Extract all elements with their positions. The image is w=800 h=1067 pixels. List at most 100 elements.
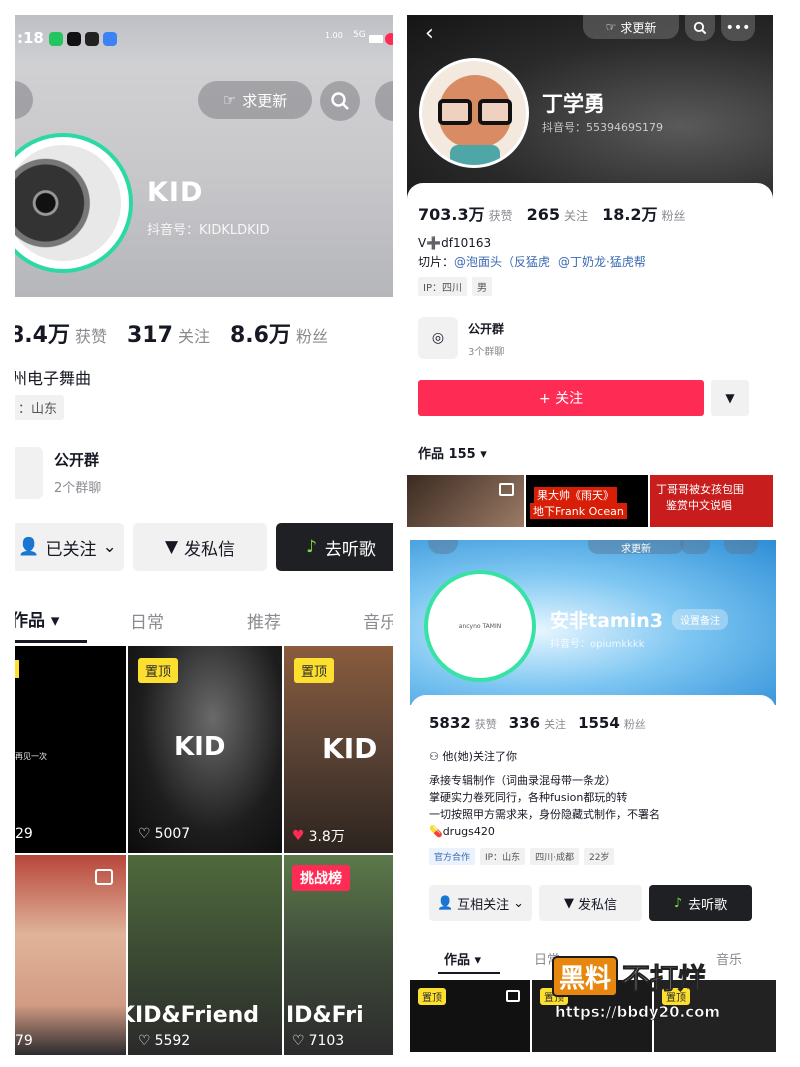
request-update-button[interactable]: 求更新 (588, 540, 684, 555)
tags-row: 官方合作 IP：山东 四川·成都 22岁 (429, 848, 615, 865)
likes-count: ♡ 5007 (138, 826, 191, 842)
douyin-id[interactable]: 抖音号：opiumkkkk (550, 635, 645, 650)
followers-count[interactable]: 1554 (578, 714, 620, 732)
multi-image-icon (95, 869, 113, 885)
pin-tag: 置顶 (138, 658, 179, 683)
douyin-id[interactable]: 抖音号：KIDKLDKID (147, 219, 270, 238)
user-icon: 👤 (18, 537, 40, 557)
likes-count: ♡ 5592 (138, 1033, 191, 1049)
tab-daily[interactable]: 日常 (130, 608, 164, 633)
ip-tag: IP：山东 (480, 848, 526, 865)
video-overlay-text: KID (322, 732, 378, 765)
set-remark-button[interactable]: 设置备注 (672, 609, 728, 630)
thumbnail-caption: 丁哥哥被女孩包围 (656, 483, 744, 496)
group-title[interactable]: 公开群 (54, 449, 99, 470)
following-count[interactable]: 265 (527, 205, 560, 224)
video-thumbnail[interactable]: 再见一次 29 (15, 646, 126, 853)
likes-count: ♥ 3.8万 (292, 828, 345, 845)
listen-label: 去听歌 (324, 539, 376, 560)
following-count[interactable]: 336 (509, 714, 540, 732)
multi-image-icon (506, 990, 520, 1002)
watermark-url: https://bbdy20.com (555, 1003, 721, 1022)
cd-cover-image (15, 145, 121, 261)
mutual-follow-button[interactable]: 👤 互相关注 ⌄ (429, 885, 532, 921)
video-thumbnail[interactable]: 挑战榜 ID&Fri ♡ 7103 (284, 855, 393, 1055)
followers-count[interactable]: 8.6万 (230, 317, 291, 349)
chevron-down-icon: ⌄ (513, 895, 525, 911)
tab-works[interactable]: 作品 ▾ (444, 949, 481, 968)
group-subtitle: 3个群聊 (468, 347, 505, 358)
message-button[interactable]: ▼ 发私信 (539, 885, 642, 921)
hand-icon: ☞ (222, 91, 237, 109)
followed-button[interactable]: 👤 已关注 ⌄ (15, 523, 124, 571)
mention-link[interactable]: @泡面头（反猛虎 (454, 255, 550, 269)
video-thumbnail[interactable]: 79 (15, 855, 126, 1055)
group-icon: ◎ (418, 317, 458, 359)
request-update-button[interactable]: ☞ 求更新 (583, 15, 679, 39)
bio-text: 州电子舞曲 (15, 369, 92, 388)
video-thumbnail[interactable]: 置顶 (410, 980, 530, 1052)
tab-music[interactable]: 音乐 (363, 608, 393, 633)
search-button[interactable] (680, 540, 710, 554)
likes-count: 5832 (429, 714, 471, 732)
followers-count[interactable]: 18.2万 (602, 201, 657, 225)
tab-music[interactable]: 音乐 (716, 949, 742, 968)
profile-name: 丁学勇 (542, 92, 605, 116)
thumbnail-caption: 果大帅《雨天》 (534, 487, 617, 503)
follow-button[interactable]: + 关注 (418, 380, 704, 416)
listen-label: 去听歌 (688, 897, 728, 913)
listen-button[interactable]: ♪ 去听歌 (276, 523, 393, 571)
group-title[interactable]: 公开群 (468, 320, 504, 337)
more-button[interactable]: ••• (721, 15, 755, 41)
works-tab[interactable]: 作品 155 ▾ (418, 443, 487, 462)
signal-icon (369, 35, 383, 43)
status-bar: :18 1.00 5G (15, 15, 393, 63)
battery-icon (385, 33, 393, 45)
mention-link[interactable]: @丁奶龙·猛虎帮 (558, 255, 646, 269)
bio-line: 一切按照甲方需求来，身份隐藏式制作，不署名 (429, 808, 660, 821)
video-thumbnail[interactable]: 丁哥哥被女孩包围 鉴赏中文说唱 (650, 475, 773, 527)
followers-label: 粉丝 (661, 209, 686, 223)
stats-row: 8.4万 获赞 317 关注 8.6万 粉丝 (15, 317, 328, 349)
music-note-icon: ♪ (673, 895, 683, 911)
video-thumbnail[interactable]: 置顶 KID ♡ 5007 (128, 646, 282, 853)
app-icon (85, 32, 99, 46)
search-button[interactable] (320, 81, 360, 121)
dropdown-button[interactable]: ▼ (711, 380, 749, 416)
video-thumbnail[interactable]: KID&Friend ♡ 5592 (128, 855, 282, 1055)
profile-name: 安非tamin3 (550, 610, 663, 632)
video-thumbnail[interactable]: 置顶 KID ♥ 3.8万 (284, 646, 393, 853)
followed-label: 已关注 (45, 539, 97, 560)
followers-label: 粉丝 (295, 327, 328, 346)
location-tag: 四川·成都 (530, 848, 579, 865)
avatar[interactable]: ancyno TAMIN (424, 570, 536, 682)
likes-count: 8.4万 (15, 323, 70, 348)
request-update-button[interactable]: ☞ 求更新 (198, 81, 312, 119)
video-thumbnail[interactable]: 果大帅《雨天》 地下Frank Ocean (526, 475, 648, 527)
douyin-id[interactable]: 抖音号：5539469S179 (542, 119, 663, 135)
following-count[interactable]: 317 (127, 323, 173, 348)
back-icon[interactable]: ‹ (425, 21, 434, 46)
bio-text: 承接专辑制作（词曲录混母带一条龙） 掌硬实力卷死同行，各种fusion都玩的转 … (429, 772, 660, 840)
user-icon: ⚇ (429, 750, 439, 763)
video-thumbnail[interactable] (407, 475, 524, 527)
tab-works[interactable]: 作品 ▾ (15, 606, 59, 631)
challenge-tag: 挑战榜 (292, 865, 350, 891)
send-icon: ▼ (164, 537, 179, 557)
chevron-down-icon: ⌄ (102, 537, 117, 557)
more-button[interactable] (724, 540, 758, 554)
wechat-icon (49, 32, 63, 46)
triangle-down-icon: ▼ (725, 391, 735, 405)
gender-tag: 男 (471, 277, 492, 296)
official-tag[interactable]: 官方合作 (429, 848, 476, 865)
search-button[interactable] (685, 15, 715, 41)
tab-works-label: 作品 (444, 953, 471, 968)
tab-recommend[interactable]: 推荐 (247, 608, 281, 633)
avatar[interactable] (419, 58, 529, 168)
likes-count: 703.3万 (418, 205, 485, 224)
profile-panel-dingxueyong: ‹ ☞ 求更新 ••• 丁学勇 抖音号：5539469S179 703.3万 获赞 … (407, 15, 773, 527)
search-icon (693, 21, 707, 35)
message-button[interactable]: ▼ 发私信 (133, 523, 267, 571)
watermark-text: 不打烊 (622, 961, 707, 995)
listen-button[interactable]: ♪ 去听歌 (649, 885, 752, 921)
